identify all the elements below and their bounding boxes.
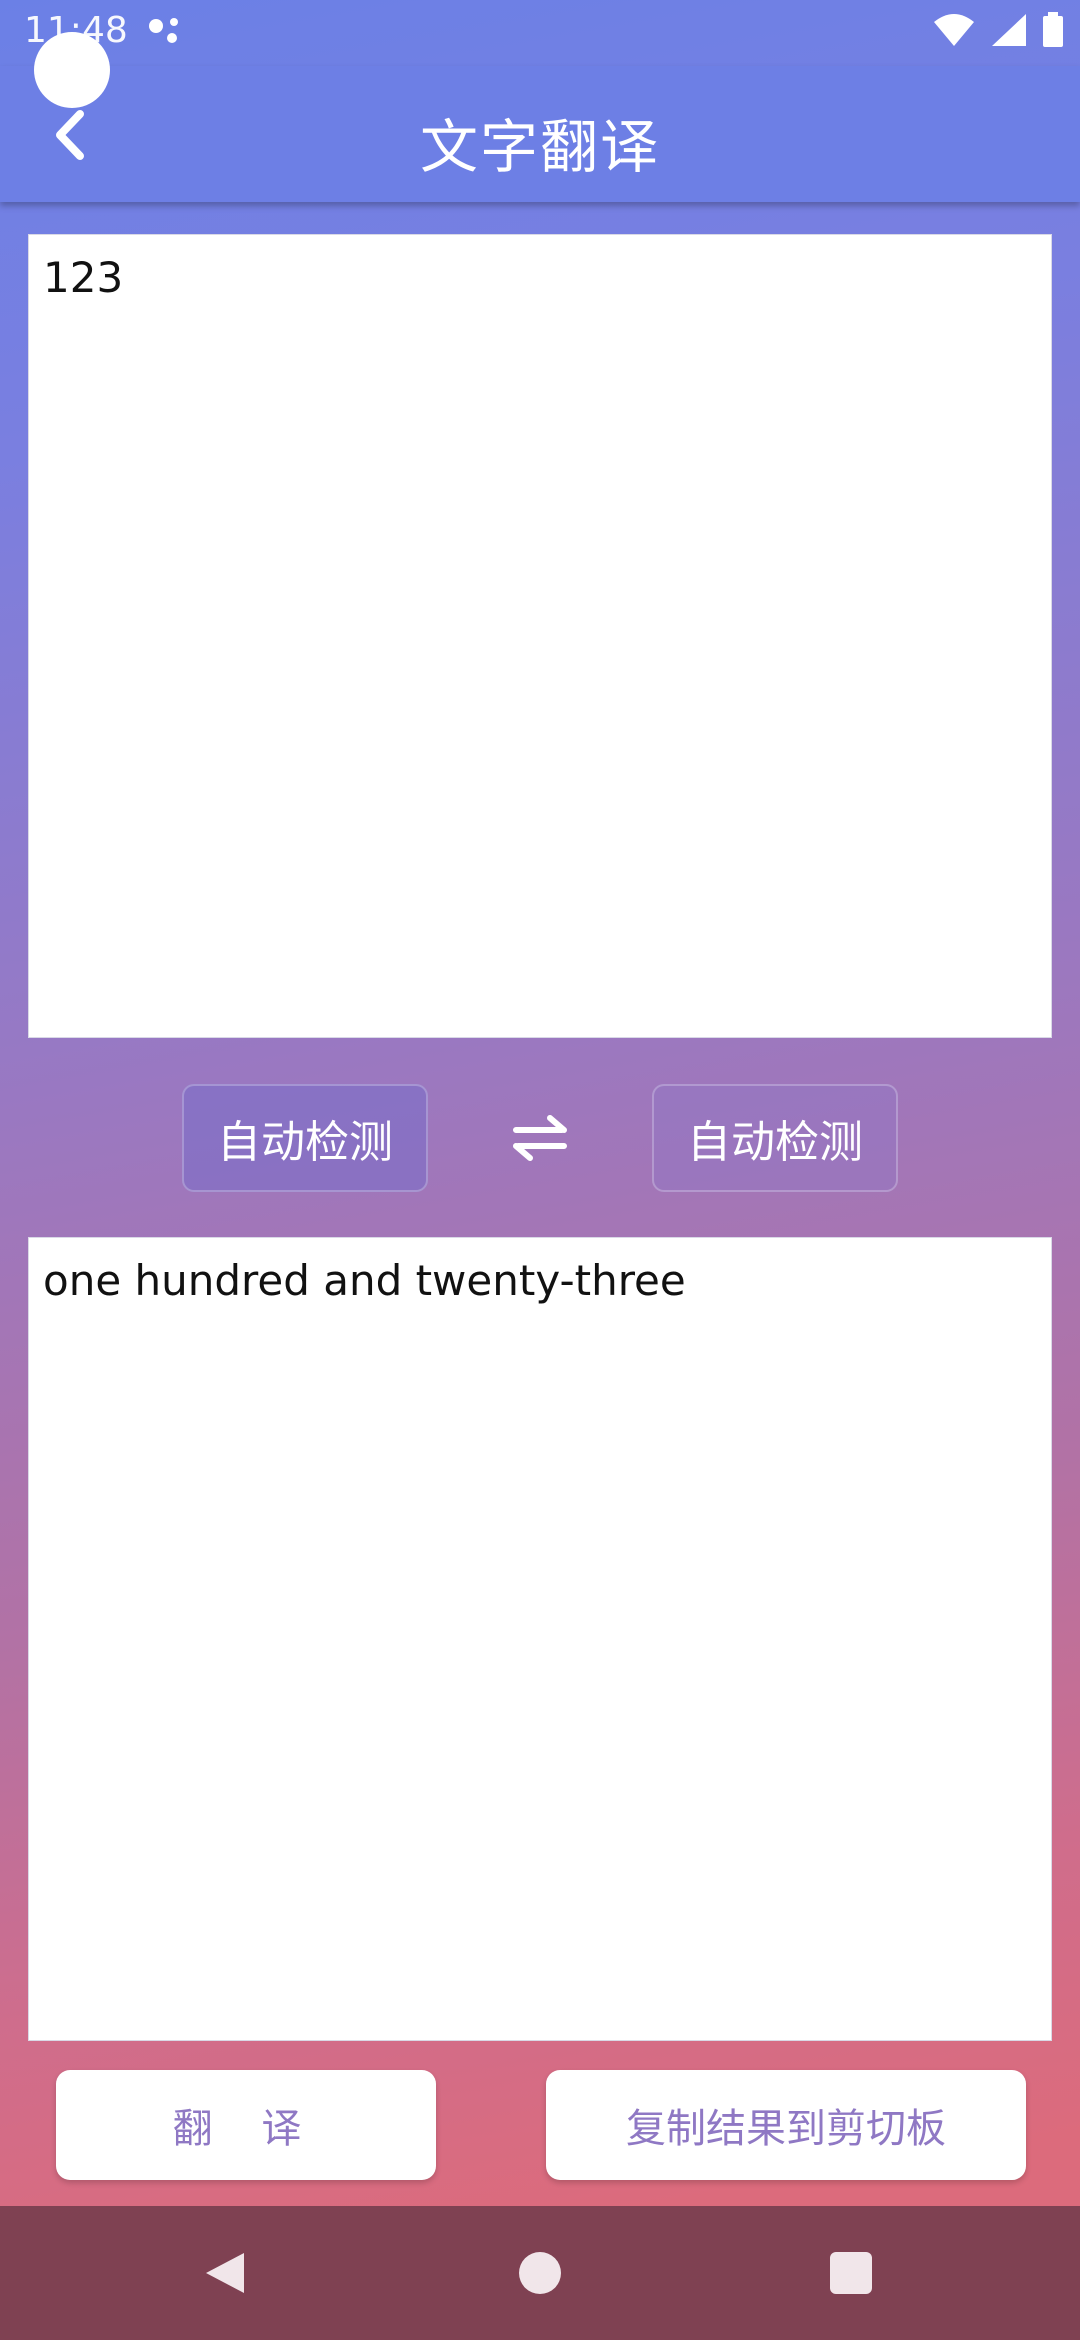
system-nav-bar xyxy=(0,2206,1080,2340)
translate-button[interactable]: 翻 译 xyxy=(56,2070,436,2180)
swap-arrows-icon xyxy=(513,1115,567,1161)
source-language-button[interactable]: 自动检测 xyxy=(182,1084,428,1192)
result-text-area[interactable]: one hundred and twenty-three xyxy=(28,1237,1052,2041)
signal-icon xyxy=(992,14,1026,46)
swap-languages-button[interactable] xyxy=(510,1110,570,1166)
wifi-icon xyxy=(934,14,974,46)
target-language-button[interactable]: 自动检测 xyxy=(652,1084,898,1192)
copy-result-button[interactable]: 复制结果到剪切板 xyxy=(546,2070,1026,2180)
nav-recents-icon[interactable] xyxy=(830,2252,872,2294)
app-bar: 文字翻译 xyxy=(0,66,1080,202)
nav-back-icon[interactable] xyxy=(200,2249,248,2297)
notification-dots-icon xyxy=(148,14,188,59)
page-title: 文字翻译 xyxy=(419,113,660,181)
source-text-input[interactable]: 123 xyxy=(28,234,1052,1038)
status-bar: 11:48 xyxy=(0,0,1080,66)
nav-home-icon[interactable] xyxy=(519,2252,561,2294)
status-icons xyxy=(932,12,1064,48)
battery-icon xyxy=(1043,12,1063,47)
touch-indicator xyxy=(34,32,110,108)
